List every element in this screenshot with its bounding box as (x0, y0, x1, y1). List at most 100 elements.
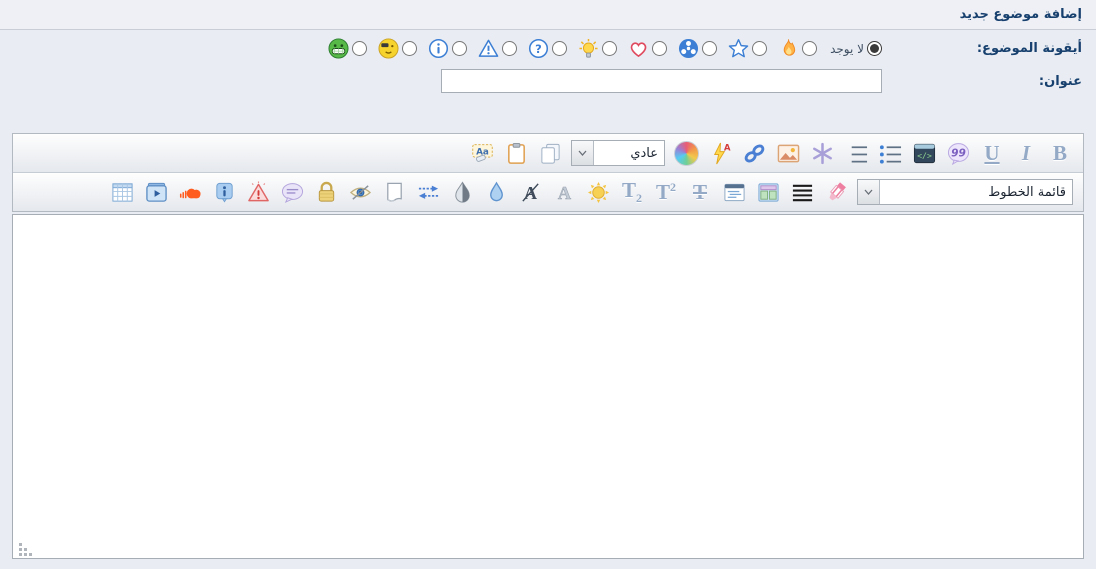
page-icon (383, 181, 406, 204)
font-select-value: قائمة الخطوط (880, 180, 1072, 204)
editor-body[interactable] (13, 215, 1083, 558)
svg-text:</>: </> (917, 150, 932, 160)
topic-icon-radio-exclamation[interactable] (502, 41, 517, 56)
italic-button[interactable]: I (1010, 137, 1042, 169)
quote-button[interactable]: 99 (942, 137, 974, 169)
numbered-list-button[interactable]: 123 (840, 137, 872, 169)
topic-icon-radio-cool-smiley[interactable] (402, 41, 417, 56)
highlighter-button[interactable] (820, 176, 852, 208)
link-button[interactable] (738, 137, 770, 169)
contrast-button[interactable] (446, 176, 478, 208)
alert-button[interactable] (242, 176, 274, 208)
page-button[interactable] (378, 176, 410, 208)
topic-icon-radio-flame[interactable] (802, 41, 817, 56)
paste-button[interactable] (500, 137, 532, 169)
sun-icon (587, 181, 610, 204)
video-button[interactable] (140, 176, 172, 208)
topic-icon-option-lightbulb[interactable] (578, 38, 617, 59)
soundcloud-icon (179, 181, 202, 204)
remove-format-icon: Aa (471, 142, 494, 165)
font-select[interactable]: قائمة الخطوط (857, 179, 1073, 205)
sun-button[interactable] (582, 176, 614, 208)
image-icon (777, 142, 800, 165)
topic-icon-option-info[interactable] (428, 38, 467, 59)
topic-icon-option-question[interactable]: ? (528, 38, 567, 59)
topic-icon-radio-none[interactable] (867, 41, 882, 56)
auto-color-button[interactable]: A (704, 137, 736, 169)
toolbar-row-1: BIU 99 </> 123 A عادي Aa (13, 134, 1083, 173)
topic-icon-option-exclamation[interactable] (478, 38, 517, 59)
copy-icon (539, 142, 562, 165)
contrast-icon (451, 181, 474, 204)
swap-arrows-button[interactable] (412, 176, 444, 208)
link-icon (743, 142, 766, 165)
bullet-list-button[interactable] (874, 137, 906, 169)
topic-icon-radio-question[interactable] (552, 41, 567, 56)
droplet-icon (485, 181, 508, 204)
subscript-icon: T2 (622, 180, 642, 204)
heart-icon (628, 38, 649, 59)
topic-icon-option-flame[interactable] (778, 38, 817, 59)
eye-slash-button[interactable] (344, 176, 376, 208)
letter-gray-button[interactable]: A (548, 176, 580, 208)
topic-icon-radio-heart[interactable] (652, 41, 667, 56)
quote-icon: 99 (947, 142, 970, 165)
numbered-list-icon: 123 (845, 142, 868, 165)
title-input[interactable] (441, 69, 882, 93)
lightbulb-icon (578, 38, 599, 59)
topic-icon-radio-radioactive[interactable] (702, 41, 717, 56)
letter-slash-button[interactable]: A (514, 176, 546, 208)
topic-icon-option-heart[interactable] (628, 38, 667, 59)
copy-button[interactable] (534, 137, 566, 169)
eye-slash-icon (349, 181, 372, 204)
window-note-icon (723, 181, 746, 204)
layout-table-icon (757, 181, 780, 204)
color-wheel-button[interactable] (670, 137, 702, 169)
asterisk-button[interactable] (806, 137, 838, 169)
comment-button[interactable] (276, 176, 308, 208)
paste-icon (505, 142, 528, 165)
align-button[interactable] (786, 176, 818, 208)
lock-icon (315, 181, 338, 204)
question-icon: ? (528, 38, 549, 59)
letter-slash-icon: A (519, 181, 542, 204)
topic-icon-option-cool-smiley[interactable] (378, 38, 417, 59)
chevron-down-icon (858, 180, 880, 204)
strikethrough-button[interactable]: T (684, 176, 716, 208)
underline-icon: U (984, 143, 999, 164)
color-wheel-icon (674, 141, 699, 166)
topic-icon-option-radioactive[interactable] (678, 38, 717, 59)
title-row: عنوان: (0, 65, 1096, 101)
resize-grip-icon[interactable] (18, 541, 33, 554)
topic-icon-radio-star[interactable] (752, 41, 767, 56)
code-button[interactable]: </> (908, 137, 940, 169)
auto-color-icon: A (709, 142, 732, 165)
topic-icon-option-none[interactable]: لا يوجد (828, 41, 882, 56)
underline-button[interactable]: U (976, 137, 1008, 169)
asterisk-icon (811, 142, 834, 165)
table-button[interactable] (106, 176, 138, 208)
topic-icon-option-star[interactable] (728, 38, 767, 59)
soundcloud-button[interactable] (174, 176, 206, 208)
lock-button[interactable] (310, 176, 342, 208)
title-label: عنوان: (882, 74, 1082, 89)
window-note-button[interactable] (718, 176, 750, 208)
swap-arrows-icon (417, 181, 440, 204)
topic-icon-option-grin-smiley[interactable] (328, 38, 367, 59)
paragraph-style-select[interactable]: عادي (571, 140, 665, 166)
info-box-button[interactable] (208, 176, 240, 208)
code-icon: </> (913, 142, 936, 165)
topic-icon-radio-lightbulb[interactable] (602, 41, 617, 56)
remove-format-button[interactable]: Aa (466, 137, 498, 169)
image-button[interactable] (772, 137, 804, 169)
superscript-button[interactable]: T2 (650, 176, 682, 208)
subscript-button[interactable]: T2 (616, 176, 648, 208)
highlighter-icon (825, 181, 848, 204)
flame-icon (778, 38, 799, 59)
layout-table-button[interactable] (752, 176, 784, 208)
topic-icon-radio-info[interactable] (452, 41, 467, 56)
bold-button[interactable]: B (1044, 137, 1076, 169)
droplet-button[interactable] (480, 176, 512, 208)
topic-icon-radio-grin-smiley[interactable] (352, 41, 367, 56)
info-icon (428, 38, 449, 59)
